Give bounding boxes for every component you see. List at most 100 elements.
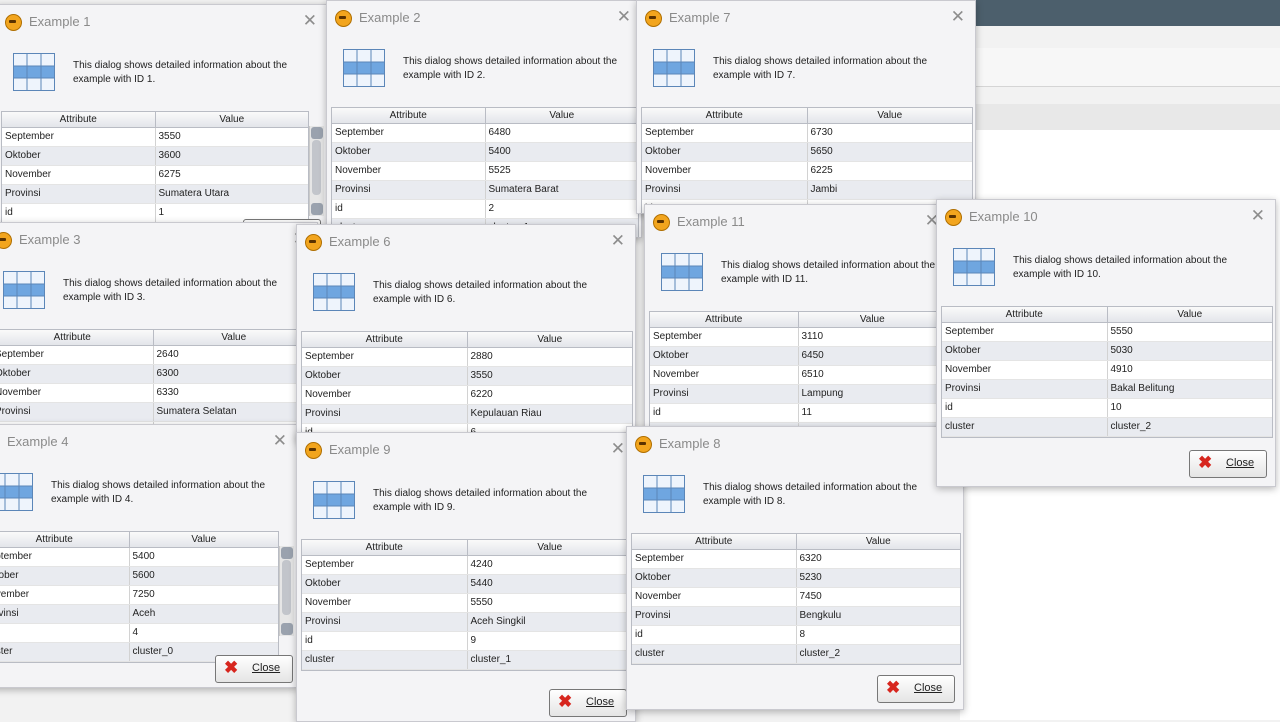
table-row[interactable]: cluster cluster_2 [942, 418, 1272, 437]
table-row[interactable]: ProvinsiSumatera Selatan [0, 403, 314, 422]
table-row[interactable]: Provinsi Lampung [650, 385, 946, 404]
table-row[interactable]: Provinsi Sumatera Utara [2, 185, 308, 204]
column-header-value[interactable]: Value [808, 108, 973, 123]
table-row[interactable]: November 5525 [332, 162, 638, 181]
scroll-up-arrow[interactable] [281, 547, 293, 559]
table-row[interactable]: November 4910 [942, 361, 1272, 380]
table-row[interactable]: clustercluster_1 [302, 651, 632, 670]
table-row[interactable]: Oktober 3600 [2, 147, 308, 166]
table-row[interactable]: ProvinsiAceh [0, 605, 278, 624]
table-row[interactable]: September 2880 [302, 348, 632, 367]
close-icon[interactable]: ✕ [611, 439, 625, 459]
column-header-attribute[interactable]: Attribute [2, 112, 156, 127]
table-row[interactable]: Provinsi Bengkulu [632, 607, 960, 626]
dialog-titlebar[interactable]: Example 8✕ [627, 427, 963, 461]
scroll-up-arrow[interactable] [311, 127, 323, 139]
table-row[interactable]: id 9 [302, 632, 632, 651]
dialog-titlebar[interactable]: Example 9 ✕ [297, 433, 635, 467]
table-row[interactable]: Provinsi Sumatera Barat [332, 181, 638, 200]
column-header-value[interactable]: Value [154, 330, 315, 345]
dialog-titlebar[interactable]: Example 3✕ [0, 223, 317, 257]
dialog-titlebar[interactable]: Example 6 ✕ [297, 225, 635, 259]
column-header-attribute[interactable]: Attribute [942, 307, 1108, 322]
table-row[interactable]: Oktober 5230 [632, 569, 960, 588]
table-row[interactable]: September 3550 [2, 128, 308, 147]
column-header-attribute[interactable]: Attribute [0, 532, 130, 547]
column-header-value[interactable]: Value [1108, 307, 1273, 322]
table-row[interactable]: November 6220 [302, 386, 632, 405]
table-row[interactable]: Provinsi Kepulauan Riau [302, 405, 632, 424]
close-button[interactable]: ✖ Close [549, 689, 627, 717]
table-row[interactable]: cluster cluster_2 [632, 645, 960, 664]
column-header-value[interactable]: Value [156, 112, 309, 127]
column-header-attribute[interactable]: Attribute [650, 312, 799, 327]
table-row[interactable]: September 6730 [642, 124, 972, 143]
dialog-titlebar[interactable]: Example 7 ✕ [637, 1, 975, 35]
table-row[interactable]: November 6510 [650, 366, 946, 385]
column-header-attribute[interactable]: Attribute [0, 330, 154, 345]
dialog-titlebar[interactable]: Example 10 ✕ [937, 200, 1275, 234]
dialog-titlebar[interactable]: Example 11 ✕ [645, 205, 949, 239]
table-row[interactable]: Provinsi Bakal Belitung [942, 380, 1272, 399]
column-header-value[interactable]: Value [468, 332, 633, 347]
scroll-thumb[interactable] [312, 140, 321, 195]
column-header-value[interactable]: Value [486, 108, 639, 123]
table-row[interactable]: Provinsi Aceh Singkil [302, 613, 632, 632]
column-header-attribute[interactable]: Attribute [302, 540, 468, 555]
table-row[interactable]: id 10 [942, 399, 1272, 418]
vertical-scrollbar[interactable] [309, 126, 324, 216]
table-row[interactable]: September 6480 [332, 124, 638, 143]
table-row[interactable]: November 6275 [2, 166, 308, 185]
table-row[interactable]: Oktober 5440 [302, 575, 632, 594]
scroll-down-arrow[interactable] [281, 623, 293, 635]
table-row[interactable]: Oktober 3550 [302, 367, 632, 386]
dialog-titlebar[interactable]: Example 1 ✕ [0, 5, 327, 39]
table-row[interactable]: November 5550 [302, 594, 632, 613]
column-header-attribute[interactable]: Attribute [332, 108, 486, 123]
scroll-down-arrow[interactable] [311, 203, 323, 215]
table-row[interactable]: September 5550 [942, 323, 1272, 342]
column-header-attribute[interactable]: Attribute [642, 108, 808, 123]
table-row[interactable]: Oktober 6450 [650, 347, 946, 366]
dialog-titlebar[interactable]: Example 4 ✕ [0, 425, 297, 459]
table-row[interactable]: Oktober 5400 [332, 143, 638, 162]
table-row[interactable]: Provinsi Jambi [642, 181, 972, 200]
table-row[interactable]: Oktober6300 [0, 365, 314, 384]
close-icon[interactable]: ✕ [1251, 206, 1265, 226]
close-button[interactable]: ✖ Close [1189, 450, 1267, 478]
column-header-value[interactable]: Value [797, 534, 961, 549]
column-header-attribute[interactable]: Attribute [302, 332, 468, 347]
close-icon[interactable]: ✕ [611, 231, 625, 251]
close-icon[interactable]: ✕ [951, 7, 965, 27]
vertical-scrollbar[interactable] [279, 546, 294, 636]
column-header-value[interactable]: Value [799, 312, 947, 327]
scroll-thumb[interactable] [282, 560, 291, 615]
table-row[interactable]: September2640 [0, 346, 314, 365]
table-row[interactable]: id 11 [650, 404, 946, 423]
close-icon[interactable]: ✕ [303, 11, 317, 31]
table-row[interactable]: id4 [0, 624, 278, 643]
attribute-cell: Oktober [332, 143, 486, 161]
table-row[interactable]: November7250 [0, 586, 278, 605]
table-row[interactable]: Oktober5600 [0, 567, 278, 586]
table-row[interactable]: September5400 [0, 548, 278, 567]
column-header-attribute[interactable]: Attribute [632, 534, 797, 549]
dialog-titlebar[interactable]: Example 2 ✕ [327, 1, 641, 35]
value-cell: 2640 [156, 349, 179, 360]
close-button[interactable]: ✖ Close [877, 675, 955, 703]
table-row[interactable]: November 6225 [642, 162, 972, 181]
column-header-value[interactable]: Value [130, 532, 279, 547]
table-row[interactable]: Oktober 5650 [642, 143, 972, 162]
table-row[interactable]: September 6320 [632, 550, 960, 569]
table-row[interactable]: id 8 [632, 626, 960, 645]
table-row[interactable]: id 2 [332, 200, 638, 219]
column-header-value[interactable]: Value [468, 540, 633, 555]
table-row[interactable]: November6330 [0, 384, 314, 403]
table-row[interactable]: September 4240 [302, 556, 632, 575]
table-row[interactable]: September 3110 [650, 328, 946, 347]
table-row[interactable]: November 7450 [632, 588, 960, 607]
table-row[interactable]: Oktober 5030 [942, 342, 1272, 361]
close-icon[interactable]: ✕ [617, 7, 631, 27]
close-button[interactable]: ✖ Close [215, 655, 293, 683]
close-icon[interactable]: ✕ [273, 431, 287, 451]
